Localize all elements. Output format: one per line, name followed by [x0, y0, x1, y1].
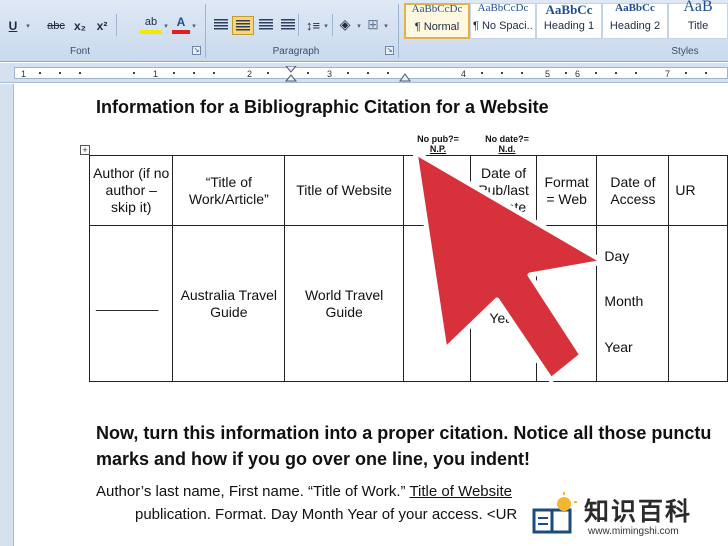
- book-bulb-icon: [532, 492, 577, 534]
- watermark: 知识百科 www.mimingshi.com: [518, 486, 728, 546]
- watermark-url: www.mimingshi.com: [588, 526, 679, 537]
- red-arrow-icon: [412, 149, 607, 383]
- watermark-text: 知识百科: [584, 498, 693, 526]
